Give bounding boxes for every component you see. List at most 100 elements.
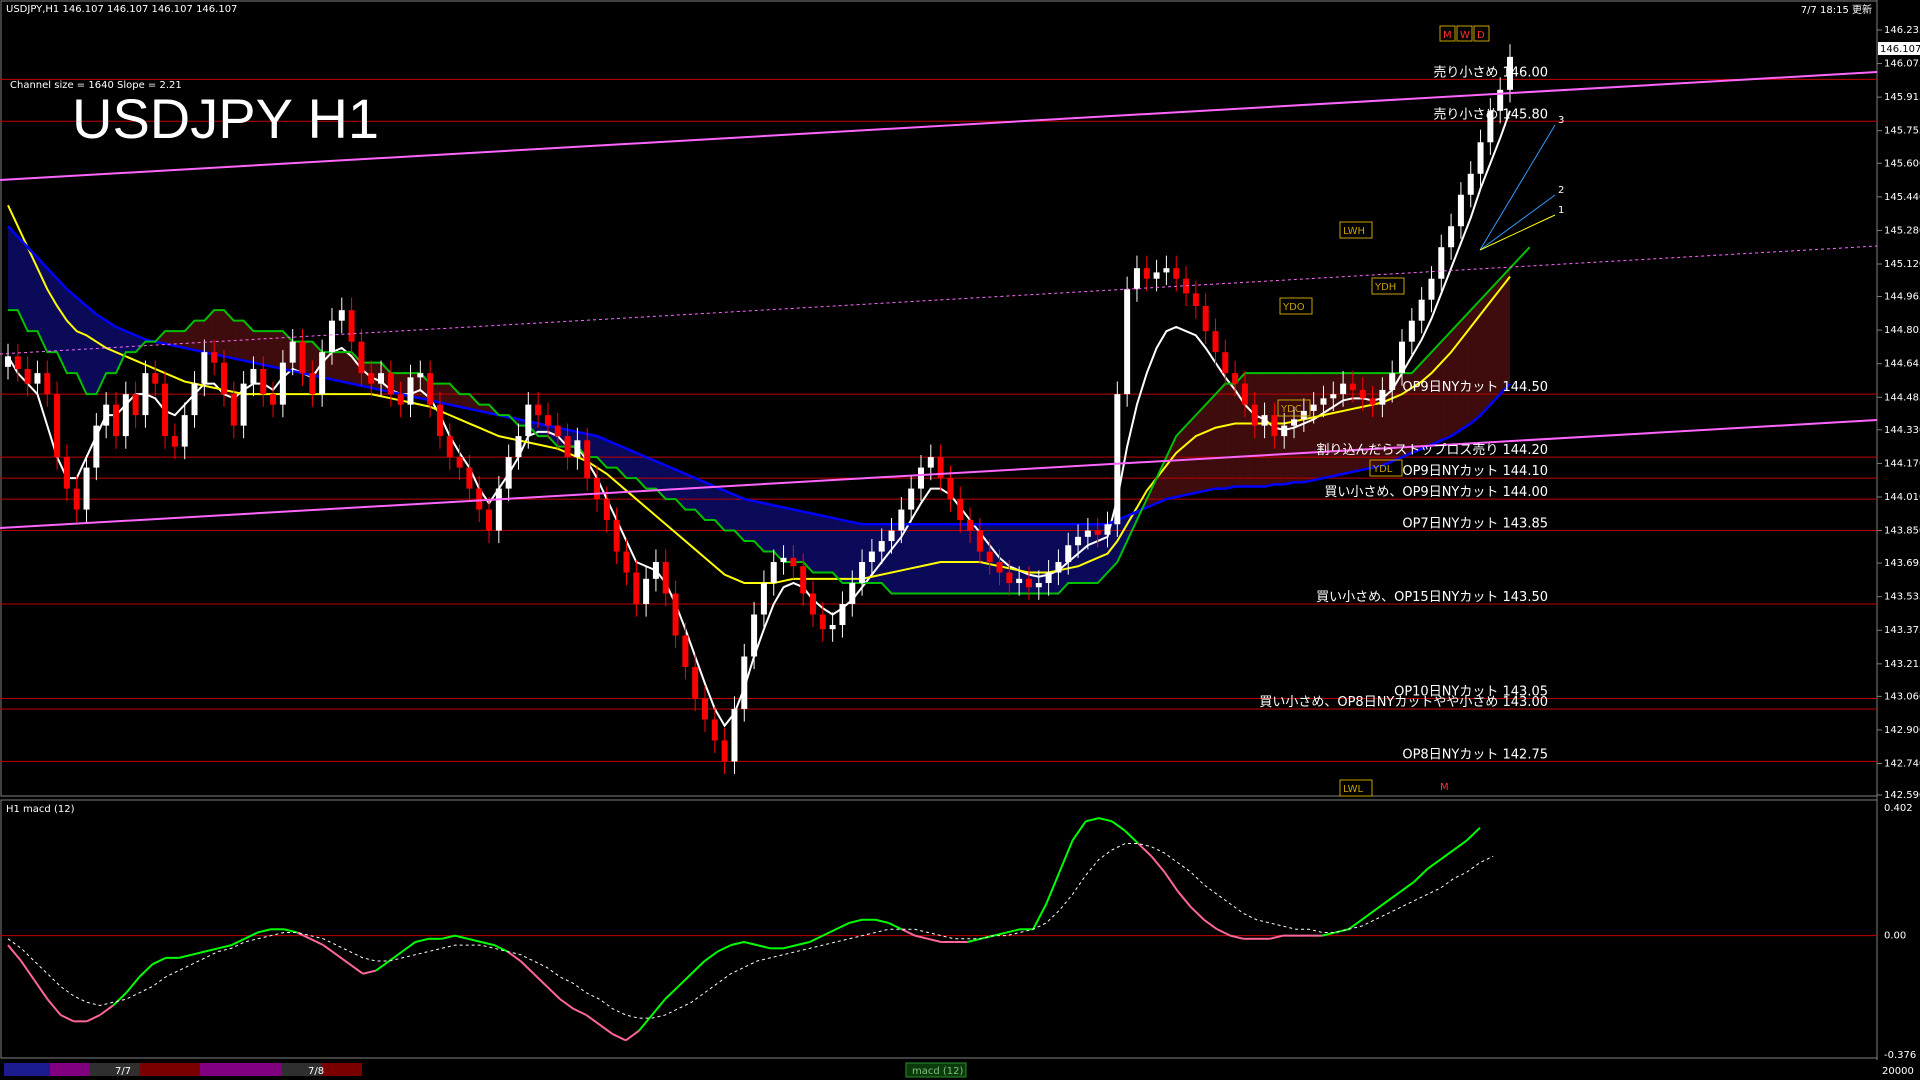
y-tick-label: 143.060 xyxy=(1884,691,1920,702)
candle-body xyxy=(103,404,110,426)
candle-body xyxy=(5,356,11,367)
candle-body xyxy=(505,457,512,489)
candle-body xyxy=(436,404,443,437)
candle-body xyxy=(692,666,699,699)
candle-body xyxy=(368,373,375,384)
candle-body xyxy=(1467,173,1474,195)
level-label: 買い小さめ、OP15日NYカット 143.50 xyxy=(1316,590,1548,605)
candle-body xyxy=(731,708,738,762)
candle-body xyxy=(1438,247,1445,279)
candle-body xyxy=(417,373,424,378)
period-seg-4 xyxy=(140,1063,200,1076)
candle-body xyxy=(201,352,208,384)
y-tick-label: 146.075 xyxy=(1884,59,1920,70)
candle-body xyxy=(996,562,1003,573)
y-tick-label: 143.695 xyxy=(1884,558,1920,569)
price-tag: 146.107 xyxy=(1880,44,1920,55)
cloud-segment xyxy=(1048,524,1059,594)
candle-body xyxy=(1055,562,1062,573)
candle-body xyxy=(495,488,502,531)
y-tick-label: 143.850 xyxy=(1884,526,1920,537)
candle-body xyxy=(1094,530,1101,535)
candle-body xyxy=(319,352,326,395)
candle-body xyxy=(112,404,119,437)
candle-body xyxy=(1241,383,1248,405)
y-tick-label: 142.590 xyxy=(1884,790,1920,801)
cloud-segment xyxy=(950,524,961,594)
cloud-segment xyxy=(1303,373,1314,483)
candle-body xyxy=(44,373,51,395)
candle-body xyxy=(1291,419,1298,426)
candle-body xyxy=(809,593,816,615)
cloud-segment xyxy=(793,509,804,563)
candle-body xyxy=(397,394,404,405)
candle-body xyxy=(1389,373,1396,390)
candle-body xyxy=(24,368,31,384)
candle-body xyxy=(1104,524,1111,535)
ref-box-label: YDC xyxy=(1280,404,1302,415)
cloud-segment xyxy=(86,305,97,395)
candle-body xyxy=(917,467,924,489)
candle-body xyxy=(181,415,188,447)
footer-bar: 7/7 7/8 macd (12) 20000 xyxy=(0,1060,1920,1080)
candle-body xyxy=(829,625,836,630)
level-label: 売り小さめ 146.00 xyxy=(1433,64,1548,80)
period-seg-5 xyxy=(200,1063,242,1076)
fan-number: 2 xyxy=(1558,185,1564,196)
symbol-line: USDJPY,H1 146.107 146.107 146.107 146.10… xyxy=(6,4,237,15)
candle-body xyxy=(220,362,227,395)
candle-body xyxy=(250,368,257,384)
cloud-segment xyxy=(911,524,921,594)
candle-body xyxy=(1025,578,1032,588)
y-tick-label: 144.330 xyxy=(1884,425,1920,436)
ref-box-label: YDL xyxy=(1372,464,1393,475)
candle-body xyxy=(976,530,983,552)
level-label: OP8日NYカット 142.75 xyxy=(1402,747,1548,762)
candle-body xyxy=(1428,278,1435,300)
cloud-segment xyxy=(253,331,264,365)
ref-box-label: LWL xyxy=(1343,784,1364,795)
period-seg-6 xyxy=(242,1063,282,1076)
candle-body xyxy=(878,541,885,552)
macd-title: H1 macd (12) xyxy=(6,804,75,815)
y-tick-label: 144.965 xyxy=(1884,292,1920,303)
candle-body xyxy=(1330,394,1337,399)
candle-body xyxy=(613,520,620,552)
cloud-segment xyxy=(783,507,794,563)
fan-number: 1 xyxy=(1558,205,1564,216)
cloud-segment xyxy=(8,226,18,311)
macd-tick-label: -0.376 xyxy=(1884,1050,1916,1061)
chart-root: 3 2 1 売り小さめ 146.00 売り小さめ 145.80 OP9日NYカット 14… xyxy=(0,0,1920,1080)
candle-body xyxy=(1271,415,1278,437)
cloud-segment xyxy=(763,503,774,552)
candle-body xyxy=(672,593,679,636)
cloud-segment xyxy=(331,352,342,382)
bottom-marker-label: M xyxy=(1440,782,1449,793)
candle-body xyxy=(957,499,964,521)
y-tick-label: 142.900 xyxy=(1884,725,1920,736)
candle-body xyxy=(839,604,846,625)
candle-body xyxy=(1153,272,1160,279)
cloud-segment xyxy=(744,499,755,542)
candle-body xyxy=(93,425,100,468)
candle-body xyxy=(1222,352,1229,374)
candle-body xyxy=(1173,268,1180,279)
candle-body xyxy=(476,488,483,510)
candle-body xyxy=(1477,142,1484,174)
candle-body xyxy=(574,440,581,458)
footer-date-2: 7/8 xyxy=(308,1066,324,1077)
ref-box-label: YDO xyxy=(1282,302,1305,313)
cloud-segment xyxy=(960,524,971,594)
cloud-segment xyxy=(1009,524,1020,594)
cloud-segment xyxy=(1176,425,1187,497)
cloud-segment xyxy=(920,524,931,594)
level-label: 買い小さめ、OP9日NYカット 144.00 xyxy=(1324,485,1548,500)
y-tick-label: 144.645 xyxy=(1884,359,1920,370)
cloud-segment xyxy=(1195,404,1206,493)
y-tick-label: 146.235 xyxy=(1884,25,1920,36)
candle-body xyxy=(260,368,267,395)
candle-body xyxy=(525,404,532,437)
candle-body xyxy=(1075,536,1082,546)
bar-marker-label: M xyxy=(1443,30,1452,41)
candle-body xyxy=(211,352,218,363)
